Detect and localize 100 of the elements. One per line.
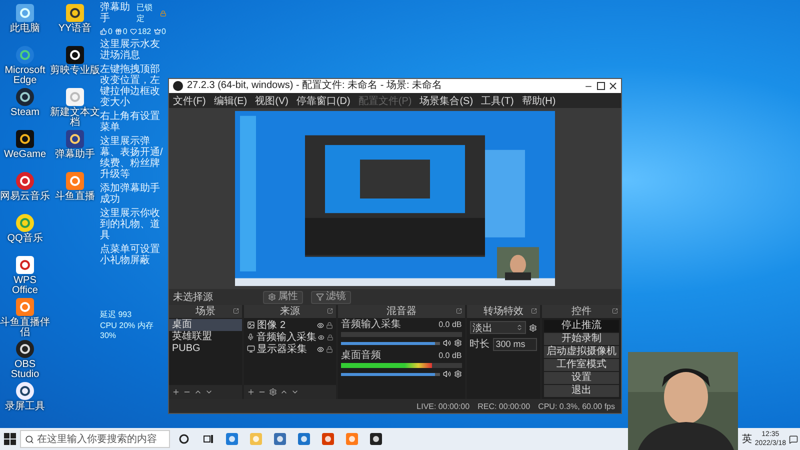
- app-icon[interactable]: [15, 381, 35, 401]
- visibility-icon[interactable]: [317, 346, 324, 352]
- icon-label[interactable]: 剪映专业版: [50, 66, 100, 76]
- undock-icon[interactable]: [327, 308, 334, 314]
- maximize-icon[interactable]: [597, 82, 605, 90]
- overlay-message: 点菜单可设置小礼物屏蔽: [100, 244, 161, 266]
- source-item[interactable]: 音频输入采集: [256, 330, 316, 344]
- transition-select[interactable]: 淡出: [470, 321, 526, 334]
- count: 0: [108, 27, 112, 36]
- scene-item[interactable]: 桌面: [169, 319, 242, 331]
- app-icon[interactable]: [15, 171, 35, 191]
- undock-icon[interactable]: [233, 308, 240, 314]
- task-view-icon[interactable]: [202, 434, 214, 444]
- document-icon[interactable]: [65, 87, 85, 107]
- settings-icon[interactable]: [269, 388, 278, 396]
- source-item[interactable]: 显示器采集: [257, 342, 316, 356]
- app-icon[interactable]: [65, 3, 85, 23]
- app-icon[interactable]: [15, 339, 35, 359]
- icon-label[interactable]: OBS Studio: [0, 360, 50, 380]
- move-up-icon[interactable]: [194, 388, 202, 396]
- menu-item[interactable]: 工具(T): [481, 94, 514, 108]
- volume-slider[interactable]: [341, 342, 440, 344]
- computer-icon[interactable]: [15, 3, 35, 23]
- undock-icon[interactable]: [612, 308, 618, 314]
- app-icon[interactable]: [65, 45, 85, 65]
- count: 0: [162, 27, 166, 36]
- count: 0: [122, 27, 128, 36]
- add-icon[interactable]: [172, 388, 180, 396]
- move-down-icon[interactable]: [205, 388, 213, 396]
- menu-item[interactable]: 场景集合(S): [420, 94, 474, 108]
- menu-item[interactable]: 视图(V): [255, 94, 288, 108]
- add-icon[interactable]: [247, 388, 256, 396]
- app-icon[interactable]: [15, 87, 35, 107]
- menu-item[interactable]: 停靠窗口(D): [296, 94, 350, 108]
- app-icon[interactable]: [15, 129, 35, 149]
- move-up-icon[interactable]: [280, 388, 288, 396]
- control-button[interactable]: 退出: [544, 385, 619, 397]
- overlay-status: 延迟 993: [100, 309, 132, 320]
- toolbar-button[interactable]: 滤镜: [311, 290, 351, 304]
- lock-icon[interactable]: [326, 322, 334, 328]
- icon-label[interactable]: YY语音: [58, 24, 92, 34]
- scene-item[interactable]: PUBG: [169, 343, 242, 355]
- input-method-indicator[interactable]: 英: [742, 432, 752, 446]
- icon-label[interactable]: WeGame: [4, 150, 46, 160]
- app-icon[interactable]: [65, 129, 85, 149]
- notification-icon[interactable]: [789, 434, 798, 444]
- icon-label[interactable]: 新建文本文档: [50, 108, 100, 128]
- control-button[interactable]: 开始录制: [544, 333, 619, 345]
- icon-label[interactable]: 录屏工具: [5, 402, 45, 412]
- icon-label[interactable]: 弹幕助手: [55, 150, 95, 160]
- spinner-icon[interactable]: [516, 324, 523, 331]
- icon-label[interactable]: 网易云音乐: [0, 192, 50, 202]
- channel-name: 桌面音频: [341, 351, 382, 361]
- control-button[interactable]: 工作室模式: [544, 359, 619, 371]
- control-button[interactable]: 启动虚拟摄像机: [544, 346, 619, 358]
- icon-label[interactable]: 斗鱼直播: [55, 192, 95, 202]
- lock-icon[interactable]: [326, 334, 334, 340]
- volume-slider[interactable]: [341, 372, 440, 376]
- undock-icon[interactable]: [530, 308, 537, 314]
- status-text: REC: 00:00:00: [478, 402, 530, 410]
- menu-item[interactable]: 编辑(E): [214, 94, 248, 108]
- duration-field[interactable]: 300 ms: [492, 338, 537, 350]
- speaker-icon[interactable]: [442, 339, 451, 347]
- speaker-icon[interactable]: [442, 370, 451, 378]
- undock-icon[interactable]: [456, 308, 462, 314]
- toolbar-button[interactable]: 属性: [263, 290, 303, 304]
- icon-label[interactable]: 斗鱼直播伴侣: [0, 318, 50, 338]
- overlay-title: 弹幕助手: [100, 2, 131, 24]
- crown-icon: [154, 28, 161, 35]
- overlay-message: 这里展示水友进场消息: [100, 39, 161, 61]
- move-down-icon[interactable]: [291, 388, 300, 396]
- icon-label[interactable]: Steam: [10, 108, 40, 118]
- close-icon[interactable]: [609, 82, 617, 90]
- overlay-message: 右上角有设置菜单: [100, 111, 161, 133]
- scene-item[interactable]: 英雄联盟: [169, 331, 242, 343]
- duration-label: 时长: [470, 338, 490, 351]
- menu-item[interactable]: 文件(F): [173, 94, 206, 108]
- icon-label[interactable]: WPS Office: [0, 276, 50, 296]
- app-icon[interactable]: [369, 432, 383, 446]
- menu-item[interactable]: 帮助(H): [522, 94, 556, 108]
- monitor-icon: [247, 345, 256, 353]
- lock-icon[interactable]: [326, 346, 334, 352]
- channel-name: 音频输入采集: [341, 320, 402, 330]
- control-button[interactable]: 停止推流: [544, 320, 619, 332]
- icon-label[interactable]: Microsoft Edge: [0, 66, 50, 86]
- app-icon: [173, 81, 183, 91]
- channel-reading: 0.0 dB: [438, 351, 462, 361]
- source-item[interactable]: 图像 2: [257, 318, 316, 332]
- icon-label[interactable]: 此电脑: [10, 24, 40, 34]
- lock-status[interactable]: 已锁定: [136, 2, 166, 24]
- visibility-icon[interactable]: [317, 322, 324, 328]
- cortana-icon[interactable]: [179, 434, 189, 444]
- microphone-icon: [247, 333, 254, 341]
- control-button[interactable]: 设置: [544, 372, 619, 384]
- visibility-icon[interactable]: [318, 334, 325, 340]
- search-field[interactable]: 在这里输入你要搜索的内容: [20, 430, 170, 448]
- icon-label[interactable]: QQ音乐: [7, 234, 43, 244]
- count: 182: [138, 27, 152, 36]
- panel-title: 控件: [571, 306, 592, 317]
- start-icon[interactable]: [4, 433, 16, 445]
